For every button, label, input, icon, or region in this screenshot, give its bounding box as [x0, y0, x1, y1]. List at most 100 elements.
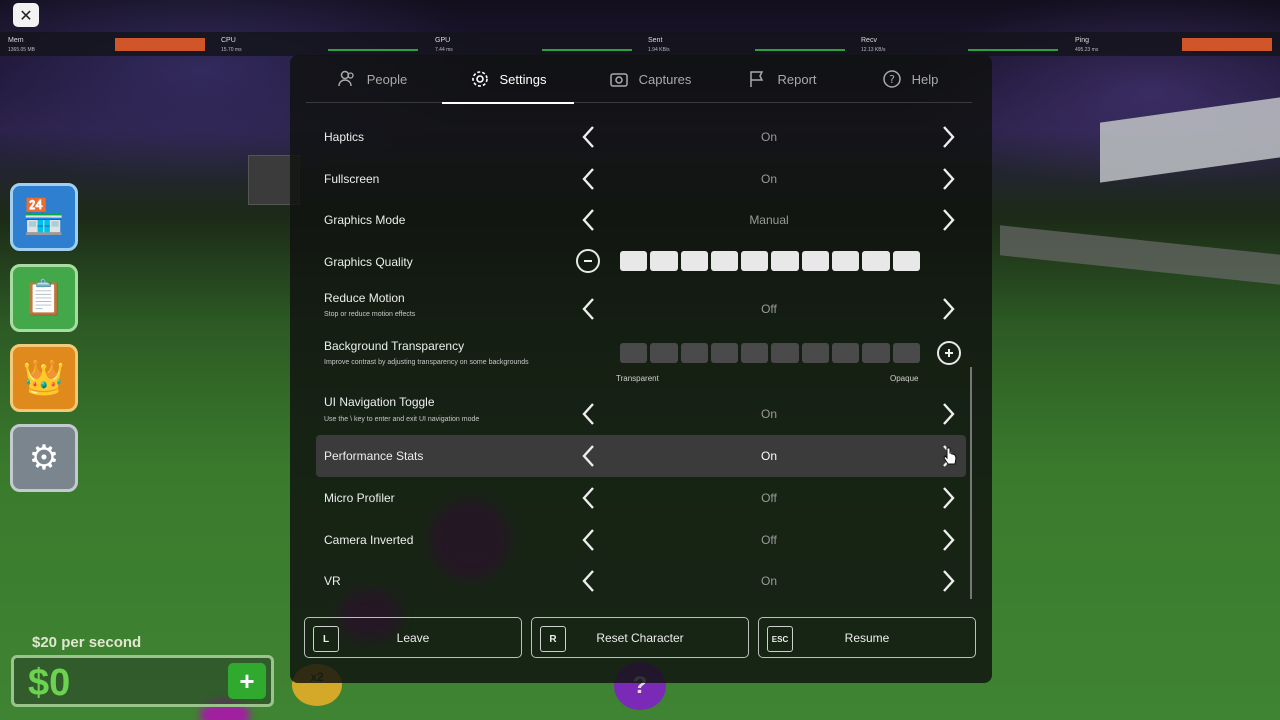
setting-fullscreen: Fullscreen On — [316, 159, 966, 199]
setting-value: Manual — [749, 213, 789, 227]
chevron-right-icon[interactable] — [936, 166, 962, 192]
tab-report[interactable]: Report — [716, 55, 848, 103]
add-money-button[interactable]: + — [228, 663, 266, 699]
stat-gpu[interactable]: GPU 7.44 ms — [427, 32, 640, 56]
tab-label: People — [366, 71, 408, 87]
game-settings-button[interactable]: ⚙ — [10, 424, 78, 492]
stat-graph — [542, 38, 632, 51]
stat-mem[interactable]: Mem 1365.05 MB — [0, 32, 213, 56]
setting-value: Off — [761, 533, 777, 547]
tab-label: Report — [777, 71, 817, 87]
chevron-left-icon[interactable] — [575, 527, 601, 553]
chevron-right-icon[interactable] — [936, 296, 962, 322]
minus-icon[interactable] — [576, 249, 600, 273]
tab-people[interactable]: People — [306, 55, 438, 103]
setting-label: UI Navigation Toggle — [324, 395, 435, 409]
setting-value: On — [760, 407, 777, 421]
stat-label: Ping — [1075, 37, 1090, 44]
button-label: Resume — [844, 630, 890, 645]
chevron-right-icon[interactable] — [936, 485, 962, 511]
setting-label: Graphics Quality — [324, 255, 413, 269]
setting-reduce-motion: Reduce Motion Stop or reduce motion effe… — [316, 284, 966, 330]
slider-segment — [801, 251, 830, 271]
svg-text:?: ? — [889, 73, 895, 86]
plus-icon[interactable] — [937, 341, 961, 365]
slider-segment — [832, 251, 860, 271]
setting-label: Micro Profiler — [324, 491, 395, 505]
tab-label: Settings — [499, 71, 547, 87]
vip-button[interactable]: 👑 — [10, 344, 78, 412]
setting-description: Improve contrast by adjusting transparen… — [324, 359, 529, 366]
setting-camera-inverted: Camera Inverted Off — [316, 521, 966, 561]
background-transparency-slider[interactable] — [620, 343, 920, 363]
slider-segment — [620, 343, 648, 363]
stat-value: 1.94 KB/s — [648, 47, 670, 53]
camera-icon — [609, 69, 629, 89]
stat-value: 12.13 KB/s — [861, 47, 886, 53]
chevron-left-icon[interactable] — [575, 124, 601, 150]
keycap-r: R — [540, 626, 566, 652]
chevron-left-icon[interactable] — [575, 296, 601, 322]
tab-help[interactable]: ? Help — [844, 55, 976, 103]
chevron-left-icon[interactable] — [575, 568, 601, 594]
setting-performance-stats[interactable]: Performance Stats On — [316, 435, 966, 477]
tab-captures[interactable]: Captures — [584, 55, 716, 103]
tab-settings[interactable]: Settings — [442, 55, 574, 104]
setting-value: Off — [761, 302, 777, 316]
setting-micro-profiler: Micro Profiler Off — [316, 479, 966, 519]
stat-ping[interactable]: Ping 495.23 ms — [1067, 32, 1280, 56]
slider-segment — [650, 251, 678, 271]
slider-segment — [650, 343, 678, 363]
shop-button[interactable]: 🏪 — [10, 183, 78, 251]
slider-segment — [680, 343, 708, 363]
clipboard-icon: 📋 — [22, 278, 66, 318]
gear-icon: ⚙ — [28, 438, 60, 478]
crown-icon: 👑 — [22, 358, 66, 398]
graphics-quality-slider[interactable] — [620, 251, 920, 271]
scrollbar[interactable] — [970, 367, 972, 599]
setting-ui-navigation-toggle: UI Navigation Toggle Use the \ key to en… — [316, 389, 966, 433]
money-value: $0 — [28, 662, 71, 704]
setting-label: Graphics Mode — [324, 213, 406, 227]
resume-button[interactable]: ESC Resume — [758, 617, 976, 658]
leave-button[interactable]: L Leave — [304, 617, 522, 658]
chevron-left-icon[interactable] — [575, 207, 601, 233]
chevron-right-icon[interactable] — [936, 527, 962, 553]
slider-segment — [741, 251, 769, 271]
reset-character-button[interactable]: R Reset Character — [531, 617, 749, 658]
slider-segment — [801, 343, 830, 363]
stat-label: Sent — [648, 37, 663, 44]
chevron-right-icon[interactable] — [936, 568, 962, 594]
stat-label: Recv — [861, 37, 877, 44]
setting-description: Use the \ key to enter and exit UI navig… — [324, 416, 480, 423]
chevron-left-icon[interactable] — [575, 166, 601, 192]
quests-button[interactable]: 📋 — [10, 264, 78, 332]
chevron-left-icon[interactable] — [575, 401, 601, 427]
setting-value: On — [760, 574, 777, 588]
slider-segment — [862, 343, 890, 363]
slider-segment — [892, 251, 920, 271]
chevron-left-icon[interactable] — [575, 485, 601, 511]
slider-max-label: Opaque — [890, 374, 919, 383]
chevron-right-icon[interactable] — [936, 124, 962, 150]
chevron-left-icon[interactable] — [575, 443, 601, 469]
money-display: $0 + — [11, 655, 274, 707]
slider-segment — [832, 343, 860, 363]
setting-label: Background Transparency — [324, 339, 465, 353]
stat-label: GPU — [435, 37, 451, 44]
stat-cpu[interactable]: CPU 15.70 ms — [213, 32, 426, 56]
chevron-right-icon[interactable] — [936, 401, 962, 427]
close-icon[interactable]: ✕ — [13, 3, 39, 27]
stat-sent[interactable]: Sent 1.94 KB/s — [640, 32, 853, 56]
stat-label: Mem — [8, 37, 24, 44]
slider-segment — [771, 343, 799, 363]
menu-tabs: People Settings Captures Report ? Help — [306, 55, 972, 104]
setting-value: On — [760, 172, 777, 186]
button-label: Reset Character — [596, 630, 684, 645]
button-label: Leave — [396, 630, 430, 645]
slider-segment — [620, 251, 648, 271]
chevron-right-icon[interactable] — [936, 207, 962, 233]
setting-label: VR — [324, 574, 341, 588]
background-road — [1000, 225, 1280, 285]
stat-recv[interactable]: Recv 12.13 KB/s — [853, 32, 1066, 56]
